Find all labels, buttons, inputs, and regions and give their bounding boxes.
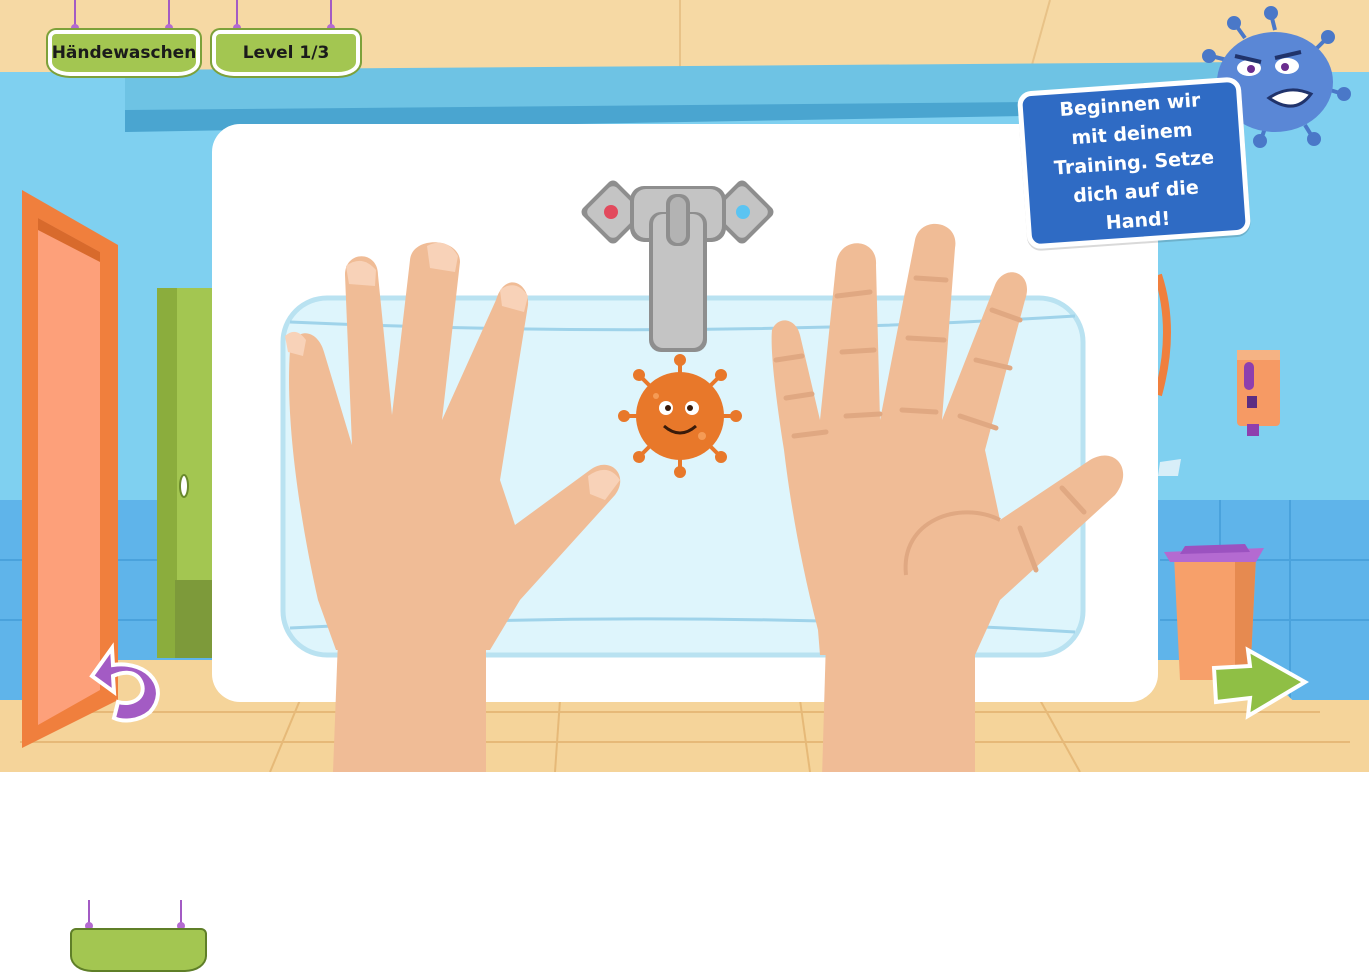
sign-string	[327, 0, 335, 32]
game-title: Händewaschen	[51, 43, 197, 63]
sign-string	[165, 0, 173, 32]
sign-string	[177, 900, 185, 930]
undo-button[interactable]	[78, 642, 162, 726]
next-button[interactable]	[1210, 645, 1310, 720]
sign-string	[233, 0, 241, 32]
sign-string	[85, 900, 93, 930]
sign-string	[71, 0, 79, 32]
empty-hanging-sign	[70, 928, 207, 972]
speech-bubble: Beginnen wir mit deinem Training. Setze …	[1016, 76, 1252, 250]
speech-bubble-text: Beginnen wir mit deinem Training. Setze …	[1053, 88, 1215, 234]
level-indicator: Level 1/3	[242, 43, 330, 63]
title-sign: Händewaschen	[48, 30, 200, 76]
level-sign: Level 1/3	[212, 30, 360, 76]
orange-germ-icon[interactable]	[618, 354, 742, 478]
